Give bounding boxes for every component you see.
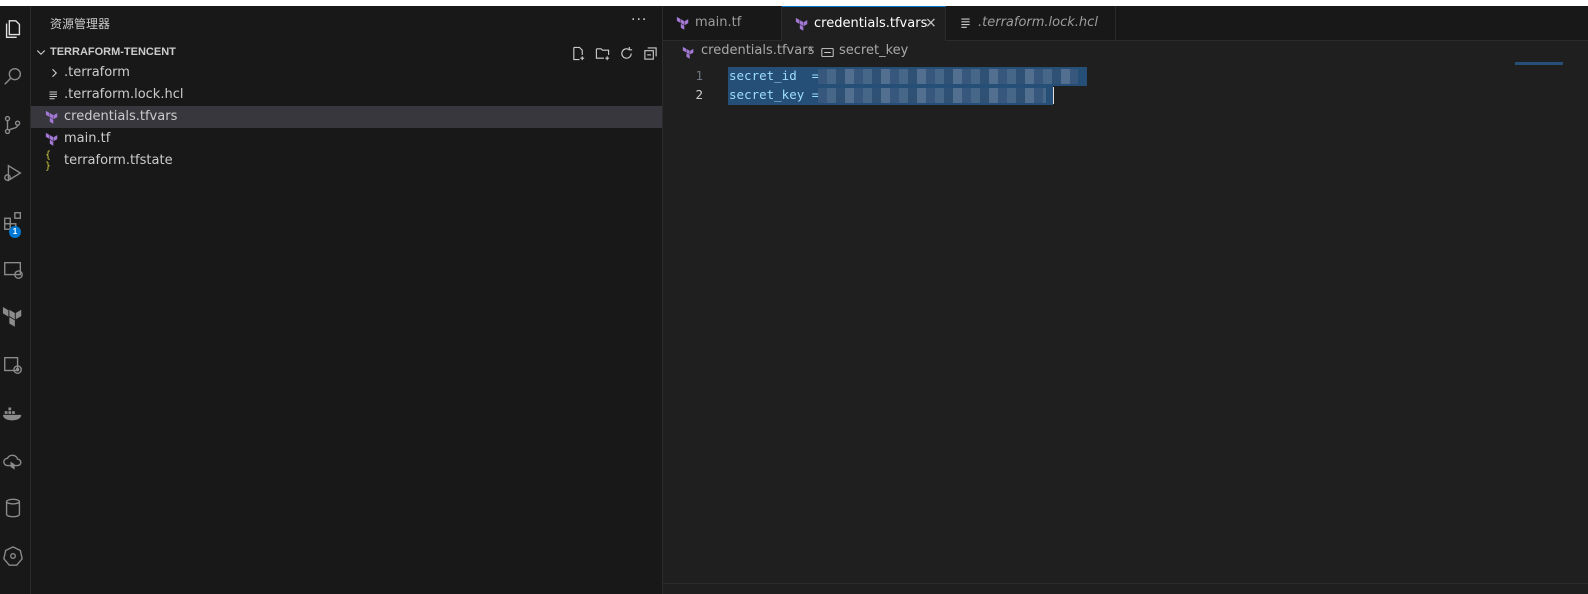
terraform-cloud-icon[interactable] bbox=[0, 448, 26, 474]
breadcrumb: credentials.tfvars › secret_key bbox=[663, 41, 1588, 63]
minimap[interactable] bbox=[1515, 62, 1563, 65]
code-text: secret_key = bbox=[729, 87, 827, 102]
terraform-icon[interactable] bbox=[0, 305, 26, 331]
json-braces-icon: { } bbox=[45, 150, 52, 172]
tree-item-label: .terraform.lock.hcl bbox=[64, 87, 184, 102]
explorer-sidebar: 资源管理器 ··· TERRAFORM-TENCENT .terraform .… bbox=[31, 6, 663, 594]
vscode-window: 1 资源管理器 ··· TERRAFORM-TENCENT .terraform… bbox=[0, 6, 1588, 594]
remote-settings-icon[interactable] bbox=[0, 352, 26, 378]
tab-label: main.tf bbox=[695, 15, 742, 30]
search-icon[interactable] bbox=[0, 63, 26, 89]
lines-file-icon bbox=[47, 88, 61, 102]
tree-item-label: terraform.tfstate bbox=[64, 153, 173, 168]
run-debug-icon[interactable] bbox=[0, 160, 26, 186]
redacted-value bbox=[818, 88, 1046, 103]
tab-credentials[interactable]: credentials.tfvars × bbox=[782, 6, 946, 41]
docker-icon[interactable] bbox=[0, 400, 26, 426]
new-folder-icon[interactable] bbox=[593, 44, 611, 62]
code-line: 1 secret_id = bbox=[663, 67, 1588, 86]
new-file-icon[interactable] bbox=[569, 44, 587, 62]
code-text: secret_id = bbox=[729, 68, 827, 83]
terraform-icon bbox=[795, 17, 808, 31]
refresh-icon[interactable] bbox=[617, 44, 635, 62]
tab-main-tf[interactable]: main.tf bbox=[663, 6, 782, 40]
collapse-all-icon[interactable] bbox=[641, 44, 659, 62]
explorer-title: 资源管理器 bbox=[50, 17, 111, 31]
tree-item-label: credentials.tfvars bbox=[64, 109, 178, 124]
workspace-title: TERRAFORM-TENCENT bbox=[50, 46, 176, 58]
tree-item-main-tf[interactable]: main.tf bbox=[31, 128, 662, 150]
editor-area: main.tf credentials.tfvars × .terraform.… bbox=[663, 6, 1588, 594]
tab-lock-file[interactable]: .terraform.lock.hcl bbox=[946, 6, 1116, 40]
tab-label: credentials.tfvars bbox=[814, 16, 928, 31]
extensions-badge: 1 bbox=[9, 226, 21, 238]
breadcrumb-symbol[interactable]: secret_key bbox=[839, 43, 908, 58]
activity-bar: 1 bbox=[0, 6, 31, 594]
text-cursor bbox=[1053, 87, 1054, 104]
line-number: 1 bbox=[695, 68, 703, 83]
tree-item-terraform-folder[interactable]: .terraform bbox=[31, 62, 662, 84]
code-line: 2 secret_key = bbox=[663, 86, 1588, 105]
redacted-value bbox=[818, 69, 1078, 84]
more-actions-button[interactable]: ··· bbox=[631, 12, 647, 28]
terraform-icon bbox=[676, 16, 689, 30]
tree-item-label: .terraform bbox=[64, 65, 130, 80]
database-icon[interactable] bbox=[0, 495, 26, 521]
remote-explorer-icon[interactable] bbox=[0, 257, 26, 283]
tree-item-tfstate[interactable]: { } terraform.tfstate bbox=[31, 150, 662, 172]
symbol-key-icon bbox=[821, 47, 834, 58]
source-control-icon[interactable] bbox=[0, 112, 26, 138]
tab-bar: main.tf credentials.tfvars × .terraform.… bbox=[663, 6, 1588, 41]
breadcrumb-file[interactable]: credentials.tfvars bbox=[701, 43, 814, 58]
lines-file-icon bbox=[961, 18, 970, 28]
tree-item-label: main.tf bbox=[64, 131, 111, 146]
kubernetes-icon[interactable] bbox=[0, 543, 26, 569]
tree-item-credentials[interactable]: credentials.tfvars bbox=[31, 106, 662, 128]
workspace-section-header[interactable]: TERRAFORM-TENCENT bbox=[31, 42, 662, 64]
close-icon[interactable]: × bbox=[925, 15, 937, 31]
tree-item-lock-file[interactable]: .terraform.lock.hcl bbox=[31, 84, 662, 106]
explorer-icon[interactable] bbox=[0, 16, 26, 42]
line-number: 2 bbox=[695, 87, 703, 102]
terraform-icon bbox=[45, 110, 59, 124]
terraform-icon bbox=[45, 132, 59, 146]
horizontal-scrollbar[interactable] bbox=[663, 583, 1588, 594]
chevron-right-icon bbox=[47, 66, 61, 80]
terraform-icon bbox=[682, 46, 694, 59]
tab-label: .terraform.lock.hcl bbox=[978, 15, 1098, 30]
chevron-down-icon bbox=[36, 50, 46, 56]
breadcrumb-separator: › bbox=[808, 42, 814, 57]
